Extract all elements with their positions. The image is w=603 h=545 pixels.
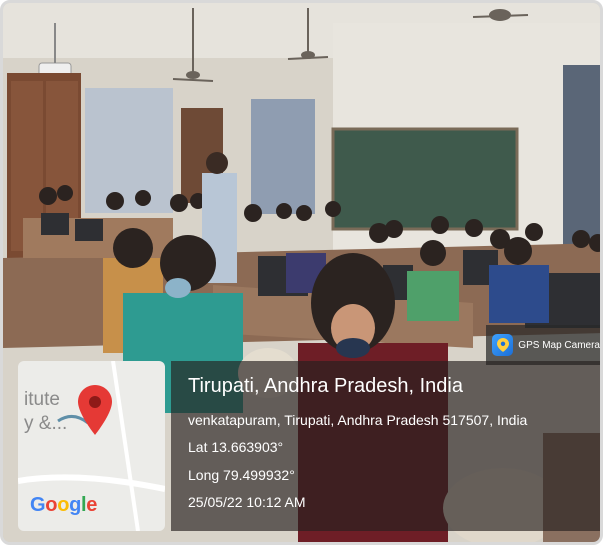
- location-pin-icon: [78, 385, 112, 440]
- photo-frame: GPS Map Camera itute y &... Google Tirup…: [0, 0, 603, 545]
- map-pin-camera-icon: [492, 334, 514, 356]
- location-title: Tirupati, Andhra Pradesh, India: [188, 375, 463, 397]
- map-place-text-2: y &...: [24, 413, 68, 434]
- longitude-text: Long 79.499932°: [188, 467, 295, 483]
- location-address: venkatapuram, Tirupati, Andhra Pradesh 5…: [188, 412, 528, 428]
- map-place-text-1: itute: [24, 389, 60, 410]
- datetime-text: 25/05/22 10:12 AM: [188, 494, 306, 510]
- badge-label: GPS Map Camera: [518, 339, 600, 351]
- google-logo: Google: [30, 494, 98, 516]
- map-thumbnail: itute y &... Google: [18, 361, 165, 531]
- gps-map-camera-badge: GPS Map Camera: [486, 325, 600, 365]
- latitude-text: Lat 13.663903°: [188, 439, 284, 455]
